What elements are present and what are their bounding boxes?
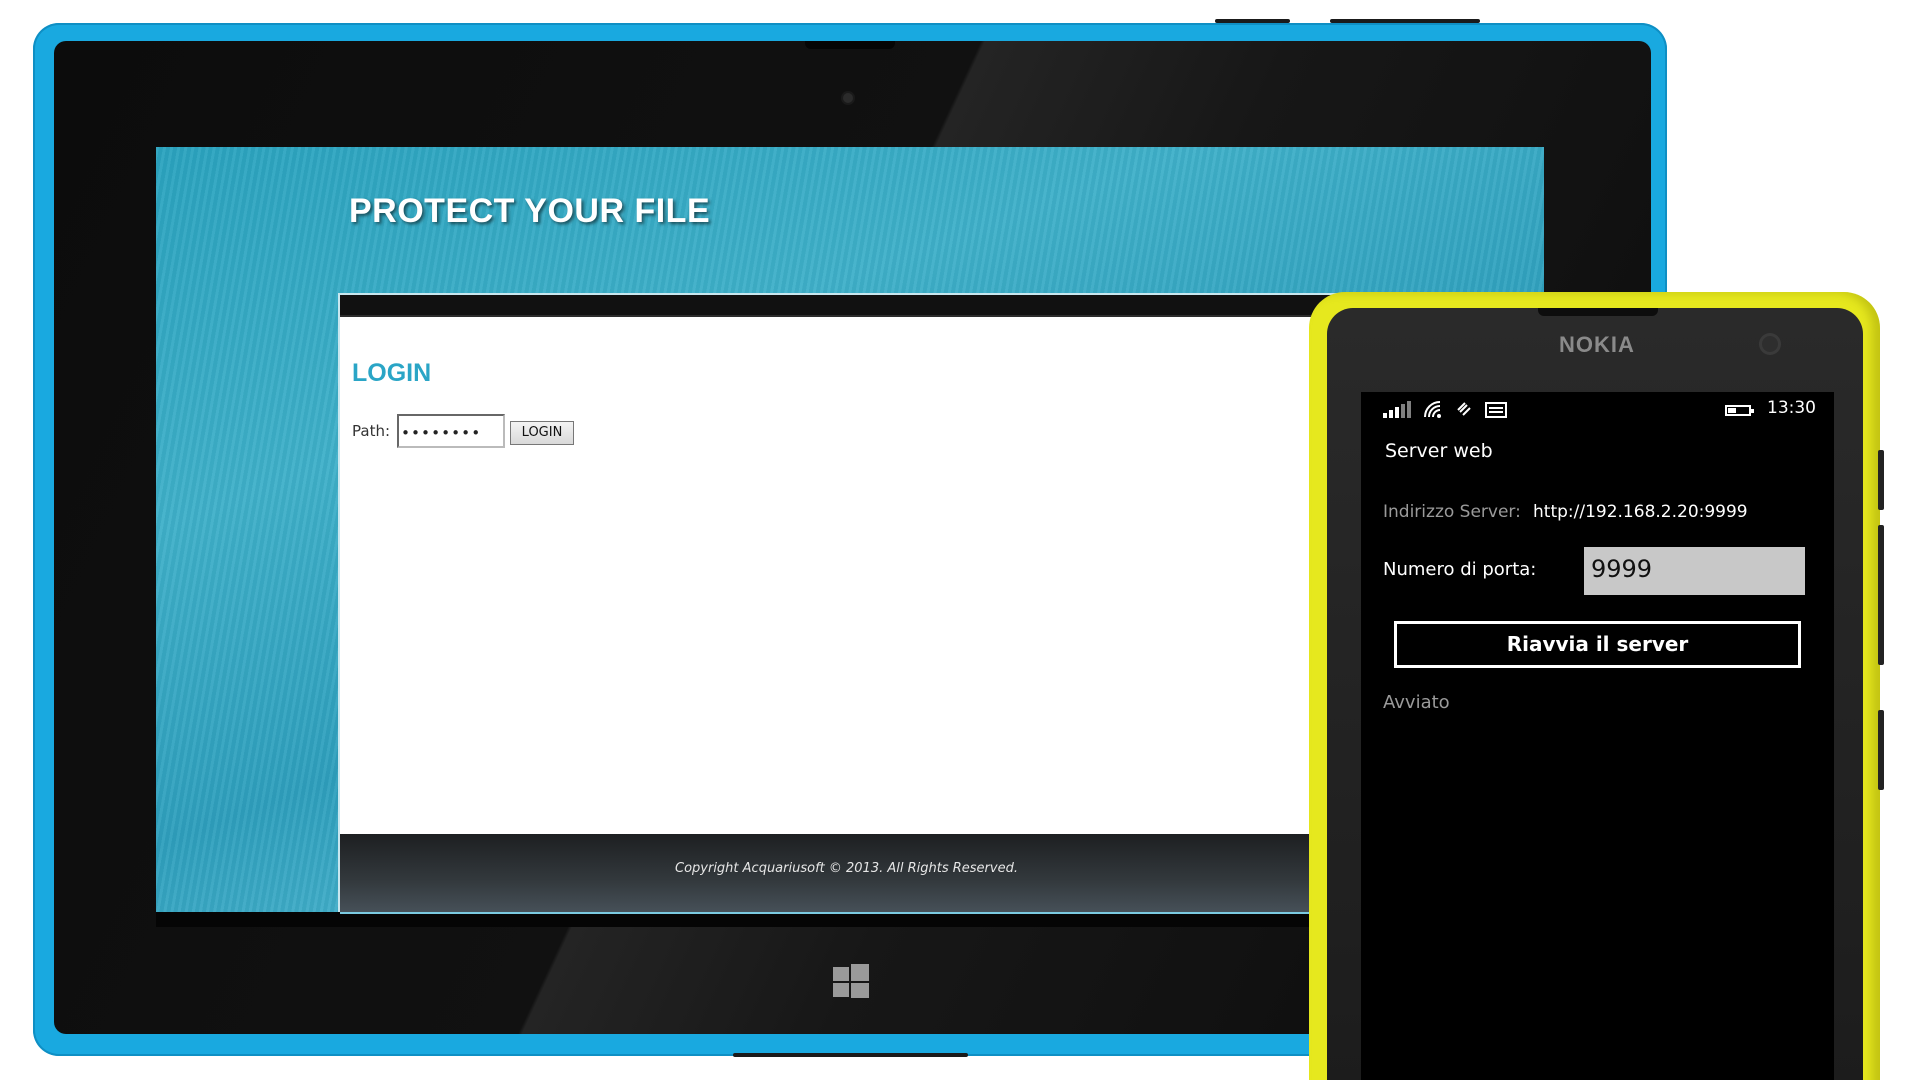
tablet-connector xyxy=(733,1053,968,1057)
composite-screenshot: PROTECT YOUR FILE LOGIN Path: •••••••• L… xyxy=(0,0,1920,1080)
phone-camera-button xyxy=(1878,710,1884,790)
status-clock: 13:30 xyxy=(1767,398,1816,418)
tablet-volume-button xyxy=(1215,19,1290,23)
battery-icon xyxy=(1725,405,1754,416)
restart-server-button[interactable]: Riavvia il server xyxy=(1394,621,1801,668)
page-title: PROTECT YOUR FILE xyxy=(349,192,711,230)
server-status-text: Avviato xyxy=(1383,692,1450,713)
phone-power-button xyxy=(1878,525,1884,665)
phone-screen: 13:30 Server web Indirizzo Server: http:… xyxy=(1361,392,1834,1080)
wifi-icon xyxy=(1424,401,1441,418)
message-icon xyxy=(1485,402,1507,418)
tablet-notch xyxy=(805,41,895,49)
port-input[interactable]: 9999 xyxy=(1584,547,1805,595)
path-input[interactable]: •••••••• xyxy=(397,414,505,448)
server-address-label: Indirizzo Server: xyxy=(1383,502,1521,522)
login-button[interactable]: LOGIN xyxy=(510,421,574,445)
app-title: Server web xyxy=(1385,440,1493,462)
server-address-value: http://192.168.2.20:9999 xyxy=(1533,502,1748,522)
data-sync-icon xyxy=(1457,402,1471,416)
phone-earpiece xyxy=(1538,308,1658,316)
phone-front-camera-icon xyxy=(1762,336,1778,352)
path-label: Path: xyxy=(352,422,391,440)
windows-logo-icon[interactable] xyxy=(833,964,869,998)
login-heading: LOGIN xyxy=(352,359,432,387)
battery-level xyxy=(1728,408,1736,413)
status-bar: 13:30 xyxy=(1361,392,1834,424)
phone-volume-button xyxy=(1878,450,1884,510)
copyright-text: Copyright Acquariusoft © 2013. All Right… xyxy=(675,861,1018,876)
tablet-power-button xyxy=(1330,19,1480,23)
signal-icon xyxy=(1383,400,1411,418)
tablet-camera-icon xyxy=(843,93,853,103)
port-label: Numero di porta: xyxy=(1383,559,1537,580)
phone-brand-logo: NOKIA xyxy=(1559,332,1635,357)
